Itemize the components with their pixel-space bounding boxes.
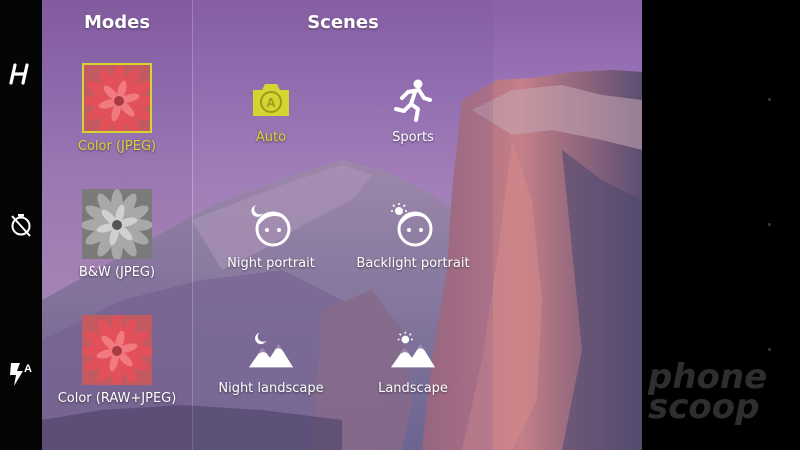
mode-label: Color (RAW+JPEG) (57, 391, 177, 406)
mode-bw-jpeg[interactable]: B&W (JPEG) (42, 189, 192, 280)
scene-label: Backlight portrait (356, 256, 470, 271)
night-portrait-icon (247, 202, 295, 250)
mode-color-jpeg[interactable]: Color (JPEG) (42, 63, 192, 154)
mode-label: B&W (JPEG) (78, 265, 156, 280)
mode-thumbnail-color (82, 63, 152, 133)
scene-night-landscape[interactable]: Night landscape (196, 327, 346, 396)
night-landscape-icon (247, 327, 295, 375)
scenes-heading: Scenes (307, 12, 379, 33)
landscape-icon (389, 327, 437, 375)
scene-label: Night landscape (218, 381, 324, 396)
flash-auto-icon[interactable]: A (0, 360, 42, 388)
scene-backlight-portrait[interactable]: Backlight portrait (338, 202, 488, 271)
svg-text:A: A (266, 95, 276, 110)
mode-label: Color (JPEG) (77, 139, 157, 154)
rail-indicator-dot (768, 223, 771, 226)
mode-thumbnail-bw (82, 189, 152, 259)
modes-heading: Modes (83, 12, 151, 33)
rail-indicator-dot (768, 98, 771, 101)
panel-divider (192, 0, 193, 450)
scene-auto[interactable]: A Auto (196, 76, 346, 145)
phonescoop-watermark: phone scoop (648, 357, 768, 427)
scene-label: Landscape (378, 381, 448, 396)
scene-sports[interactable]: Sports (338, 76, 488, 145)
scene-label: Auto (255, 130, 287, 145)
scene-landscape[interactable]: Landscape (338, 327, 488, 396)
rail-indicator-dot (768, 348, 771, 351)
camera-auto-icon: A (247, 76, 295, 124)
running-person-icon (389, 76, 437, 124)
mode-thumbnail-color-raw (82, 315, 152, 385)
flash-badge: A (24, 363, 32, 375)
scene-label: Night portrait (227, 256, 315, 271)
left-control-rail: A (0, 0, 42, 450)
hasselblad-h-icon[interactable] (0, 62, 42, 86)
scene-label: Sports (392, 130, 434, 145)
scene-night-portrait[interactable]: Night portrait (196, 202, 346, 271)
timer-off-icon[interactable] (0, 212, 42, 238)
mode-color-raw-jpeg[interactable]: Color (RAW+JPEG) (42, 315, 192, 406)
backlight-portrait-icon (389, 202, 437, 250)
